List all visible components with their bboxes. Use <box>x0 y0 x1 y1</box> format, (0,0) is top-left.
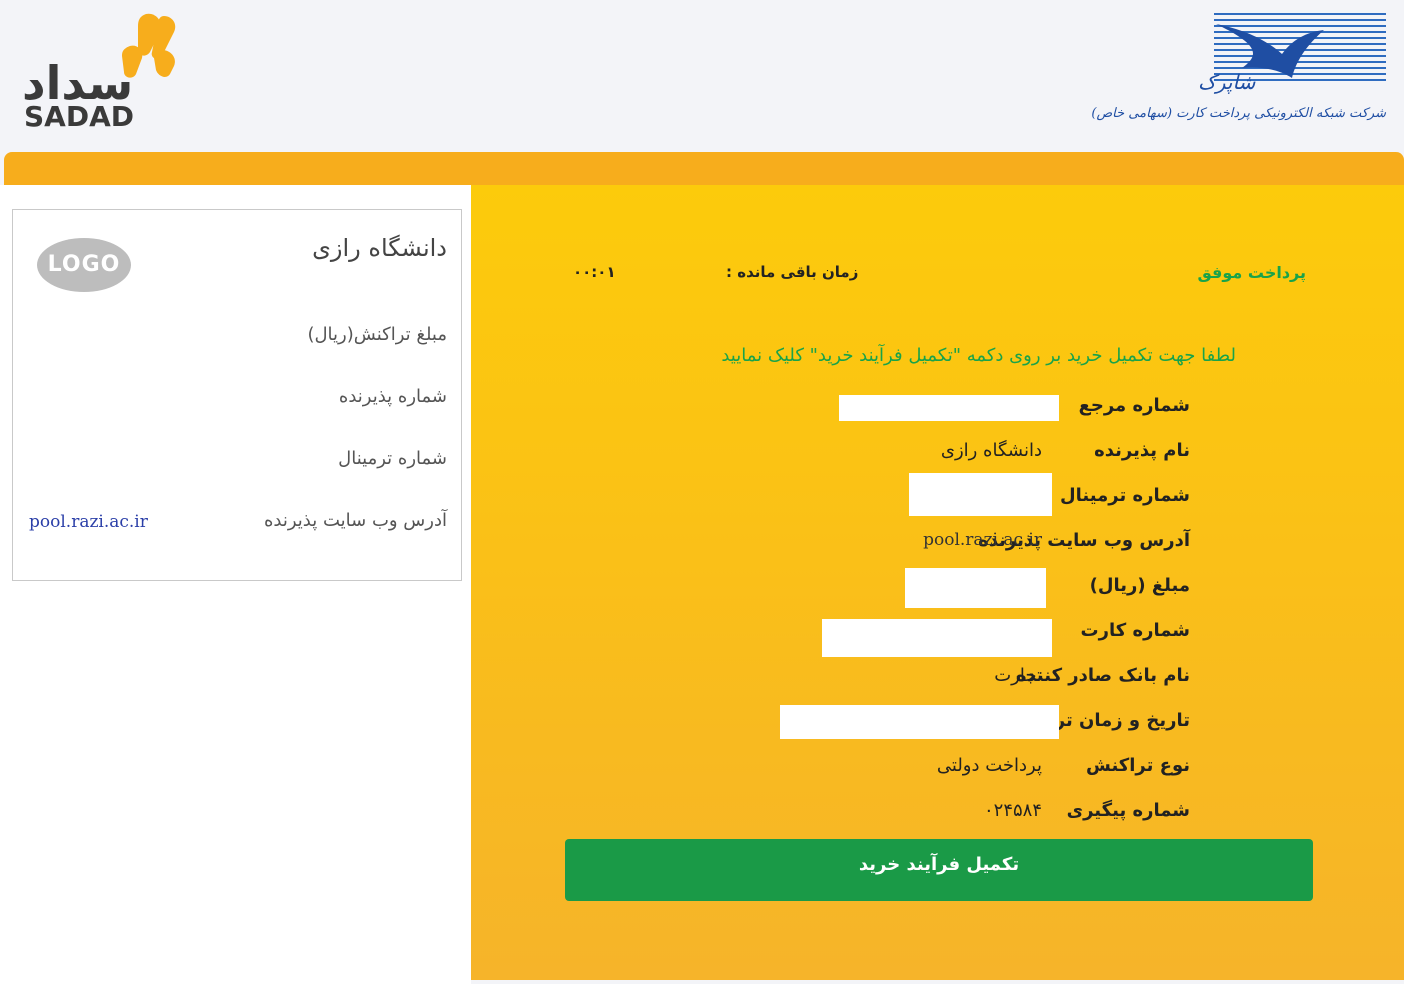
merchant-sidebar: LOGO دانشگاه رازی مبلغ تراکنش(ریال) شمار… <box>0 185 471 984</box>
amount-label: مبلغ تراکنش(ریال) <box>307 324 447 345</box>
complete-purchase-button[interactable]: تکمیل فرآیند خرید <box>565 839 1313 901</box>
amount-value-masked <box>905 568 1046 608</box>
instruction-text: لطفا جهت تکمیل خرید بر روی دکمه "تکمیل ف… <box>721 345 1236 366</box>
website-value-main: pool.razi.ac.ir <box>923 530 1042 550</box>
card-number-value-masked <box>822 619 1052 657</box>
shaparak-company-text: شرکت شبکه الکترونیکی پرداخت کارت (سهامی … <box>1091 106 1386 121</box>
merchant-name: دانشگاه رازی <box>312 234 447 262</box>
tracking-number-value: ۰۲۴۵۸۴ <box>983 800 1042 821</box>
payment-status: پرداخت موفق <box>1197 263 1306 282</box>
acceptor-name-value: دانشگاه رازی <box>940 440 1042 461</box>
page-header: سداد SADAD شاپرک شرکت شبکه الکترونیکی پر… <box>0 0 1404 150</box>
sadad-logo: سداد SADAD <box>18 8 188 133</box>
terminal-number-label: شماره ترمینال <box>338 448 447 469</box>
acceptor-number-label: شماره پذیرنده <box>338 386 447 407</box>
reference-number-label: شماره مرجع <box>1078 395 1190 416</box>
acceptor-name-label: نام پذیرنده <box>1094 440 1190 461</box>
reference-number-value-masked <box>839 395 1059 421</box>
sadad-english-text: SADAD <box>24 100 134 133</box>
shaparak-logo: شاپرک شرکت شبکه الکترونیکی پرداخت کارت (… <box>1091 10 1388 132</box>
transaction-datetime-value-masked <box>780 705 1059 739</box>
tracking-number-label: شماره پیگیری <box>1066 800 1190 821</box>
transaction-type-value: پرداخت دولتی <box>936 755 1042 776</box>
payment-receipt-panel: پرداخت موفق زمان باقی مانده : ۰۰:۰۱ لطفا… <box>471 185 1404 980</box>
shaparak-brand-text: شاپرک <box>1198 70 1256 94</box>
merchant-info-box: LOGO دانشگاه رازی مبلغ تراکنش(ریال) شمار… <box>12 209 462 581</box>
terminal-number-label-main: شماره ترمینال <box>1060 485 1190 506</box>
issuer-bank-value: تجارت <box>994 665 1042 686</box>
amount-label-main: مبلغ (ریال) <box>1089 575 1190 596</box>
merchant-logo: LOGO <box>37 238 131 292</box>
merchant-website-link[interactable]: pool.razi.ac.ir <box>29 512 148 532</box>
website-label: آدرس وب سایت پذیرنده <box>263 510 447 531</box>
transaction-type-label: نوع تراکنش <box>1086 755 1190 776</box>
countdown-timer: ۰۰:۰۱ <box>573 263 616 281</box>
card-number-label: شماره کارت <box>1080 620 1190 641</box>
time-remaining-label: زمان باقی مانده : <box>726 263 859 281</box>
terminal-number-value-masked <box>909 473 1052 516</box>
header-accent-bar <box>4 152 1404 185</box>
